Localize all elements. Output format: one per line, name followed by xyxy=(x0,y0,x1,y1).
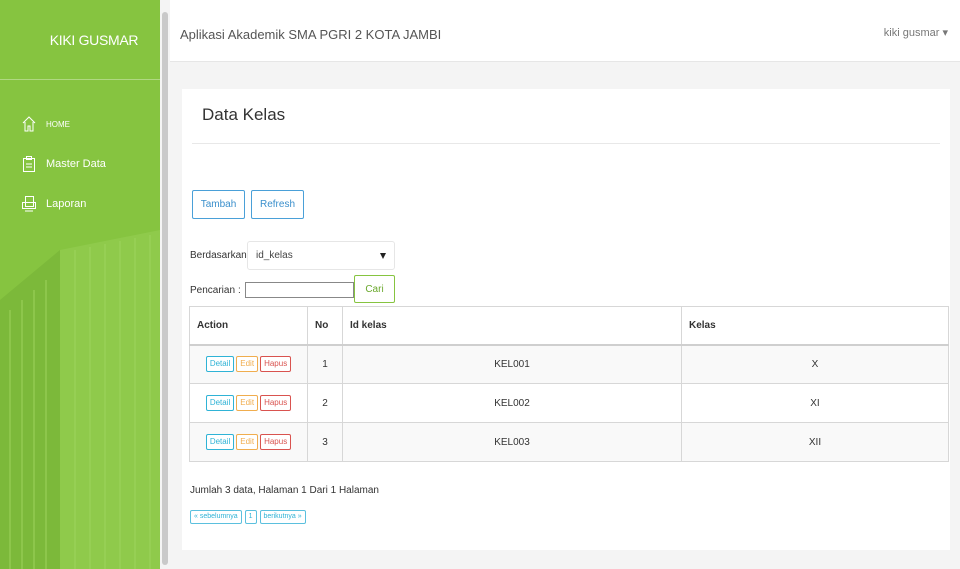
sidebar-item-home[interactable]: HOME xyxy=(0,104,160,144)
add-button[interactable]: Tambah xyxy=(192,190,245,219)
next-page-link[interactable]: berikutnya » xyxy=(259,510,306,524)
cell-kelas: XII xyxy=(681,422,949,462)
cell-no: 3 xyxy=(307,422,343,462)
action-cell: Detail Edit Hapus xyxy=(189,422,308,462)
column-header-kelas: Kelas xyxy=(681,306,949,346)
delete-button[interactable]: Hapus xyxy=(260,356,292,373)
detail-button[interactable]: Detail xyxy=(205,395,235,411)
table-row: Detail Edit Hapus 1 KEL001 X xyxy=(189,344,949,384)
column-header-no: No xyxy=(307,306,343,346)
brand-name[interactable]: KIKI GUSMAR xyxy=(0,0,160,80)
chevron-down-icon xyxy=(380,253,386,259)
action-cell: Detail Edit Hapus xyxy=(189,383,308,423)
home-icon xyxy=(22,116,36,132)
app-title: Aplikasi Akademik SMA PGRI 2 KOTA JAMBI xyxy=(180,27,442,42)
top-bar: Aplikasi Akademik SMA PGRI 2 KOTA JAMBI … xyxy=(170,0,960,62)
sidebar-item-master-data[interactable]: Master Data xyxy=(0,144,160,184)
main-panel: Data Kelas Tambah Refresh Berdasarkan: i… xyxy=(182,89,950,550)
clipboard-icon xyxy=(22,156,36,172)
search-label: Pencarian xyxy=(190,285,236,296)
sidebar-item-label: Laporan xyxy=(46,198,87,210)
title-divider xyxy=(192,143,940,144)
cell-id-kelas: KEL001 xyxy=(342,344,682,384)
building-background-image xyxy=(0,230,160,569)
column-header-id-kelas: Id kelas xyxy=(342,306,682,346)
action-cell: Detail Edit Hapus xyxy=(189,344,308,384)
prev-page-link[interactable]: « sebelumnya xyxy=(190,510,242,524)
cell-id-kelas: KEL002 xyxy=(342,383,682,423)
pagination-summary: Jumlah 3 data, Halaman 1 Dari 1 Halaman xyxy=(190,485,379,496)
report-icon xyxy=(22,196,36,212)
edit-button[interactable]: Edit xyxy=(236,395,259,411)
cell-no: 1 xyxy=(307,344,343,384)
sidebar-item-label: HOME xyxy=(46,119,70,129)
filter-select[interactable]: id_kelas xyxy=(247,241,395,270)
delete-button[interactable]: Hapus xyxy=(260,434,292,450)
page-title: Data Kelas xyxy=(202,105,286,124)
sidebar-nav: HOME Master Data Laporan xyxy=(0,104,160,224)
column-header-action: Action xyxy=(189,306,308,346)
kelas-table: Action No Id kelas Kelas Detail Edit Hap… xyxy=(189,306,949,462)
cell-kelas: XI xyxy=(681,383,949,423)
user-menu[interactable]: kiki gusmar ▾ xyxy=(884,26,948,39)
detail-button[interactable]: Detail xyxy=(205,356,235,373)
cell-kelas: X xyxy=(681,344,949,384)
cell-no: 2 xyxy=(307,383,343,423)
filter-select-value: id_kelas xyxy=(256,250,293,261)
refresh-button[interactable]: Refresh xyxy=(251,190,304,219)
table-row: Detail Edit Hapus 3 KEL003 XII xyxy=(189,422,949,462)
filter-label: Berdasarkan: xyxy=(190,250,250,261)
table-header-row: Action No Id kelas Kelas xyxy=(189,306,949,346)
pagination: « sebelumnya 1 berikutnya » xyxy=(190,510,306,524)
table-row: Detail Edit Hapus 2 KEL002 XI xyxy=(189,383,949,423)
search-label-separator: : xyxy=(238,285,241,296)
sidebar-item-label: Master Data xyxy=(46,158,106,170)
sidebar: KIKI GUSMAR HOME Master Data Laporan xyxy=(0,0,160,569)
search-button[interactable]: Cari xyxy=(354,275,395,303)
page-number-link[interactable]: 1 xyxy=(244,510,257,524)
search-input[interactable] xyxy=(245,282,354,298)
edit-button[interactable]: Edit xyxy=(236,356,259,373)
sidebar-item-laporan[interactable]: Laporan xyxy=(0,184,160,224)
detail-button[interactable]: Detail xyxy=(205,434,235,450)
edit-button[interactable]: Edit xyxy=(236,434,259,450)
delete-button[interactable]: Hapus xyxy=(260,395,292,411)
cell-id-kelas: KEL003 xyxy=(342,422,682,462)
sidebar-scrollbar[interactable] xyxy=(162,12,168,565)
